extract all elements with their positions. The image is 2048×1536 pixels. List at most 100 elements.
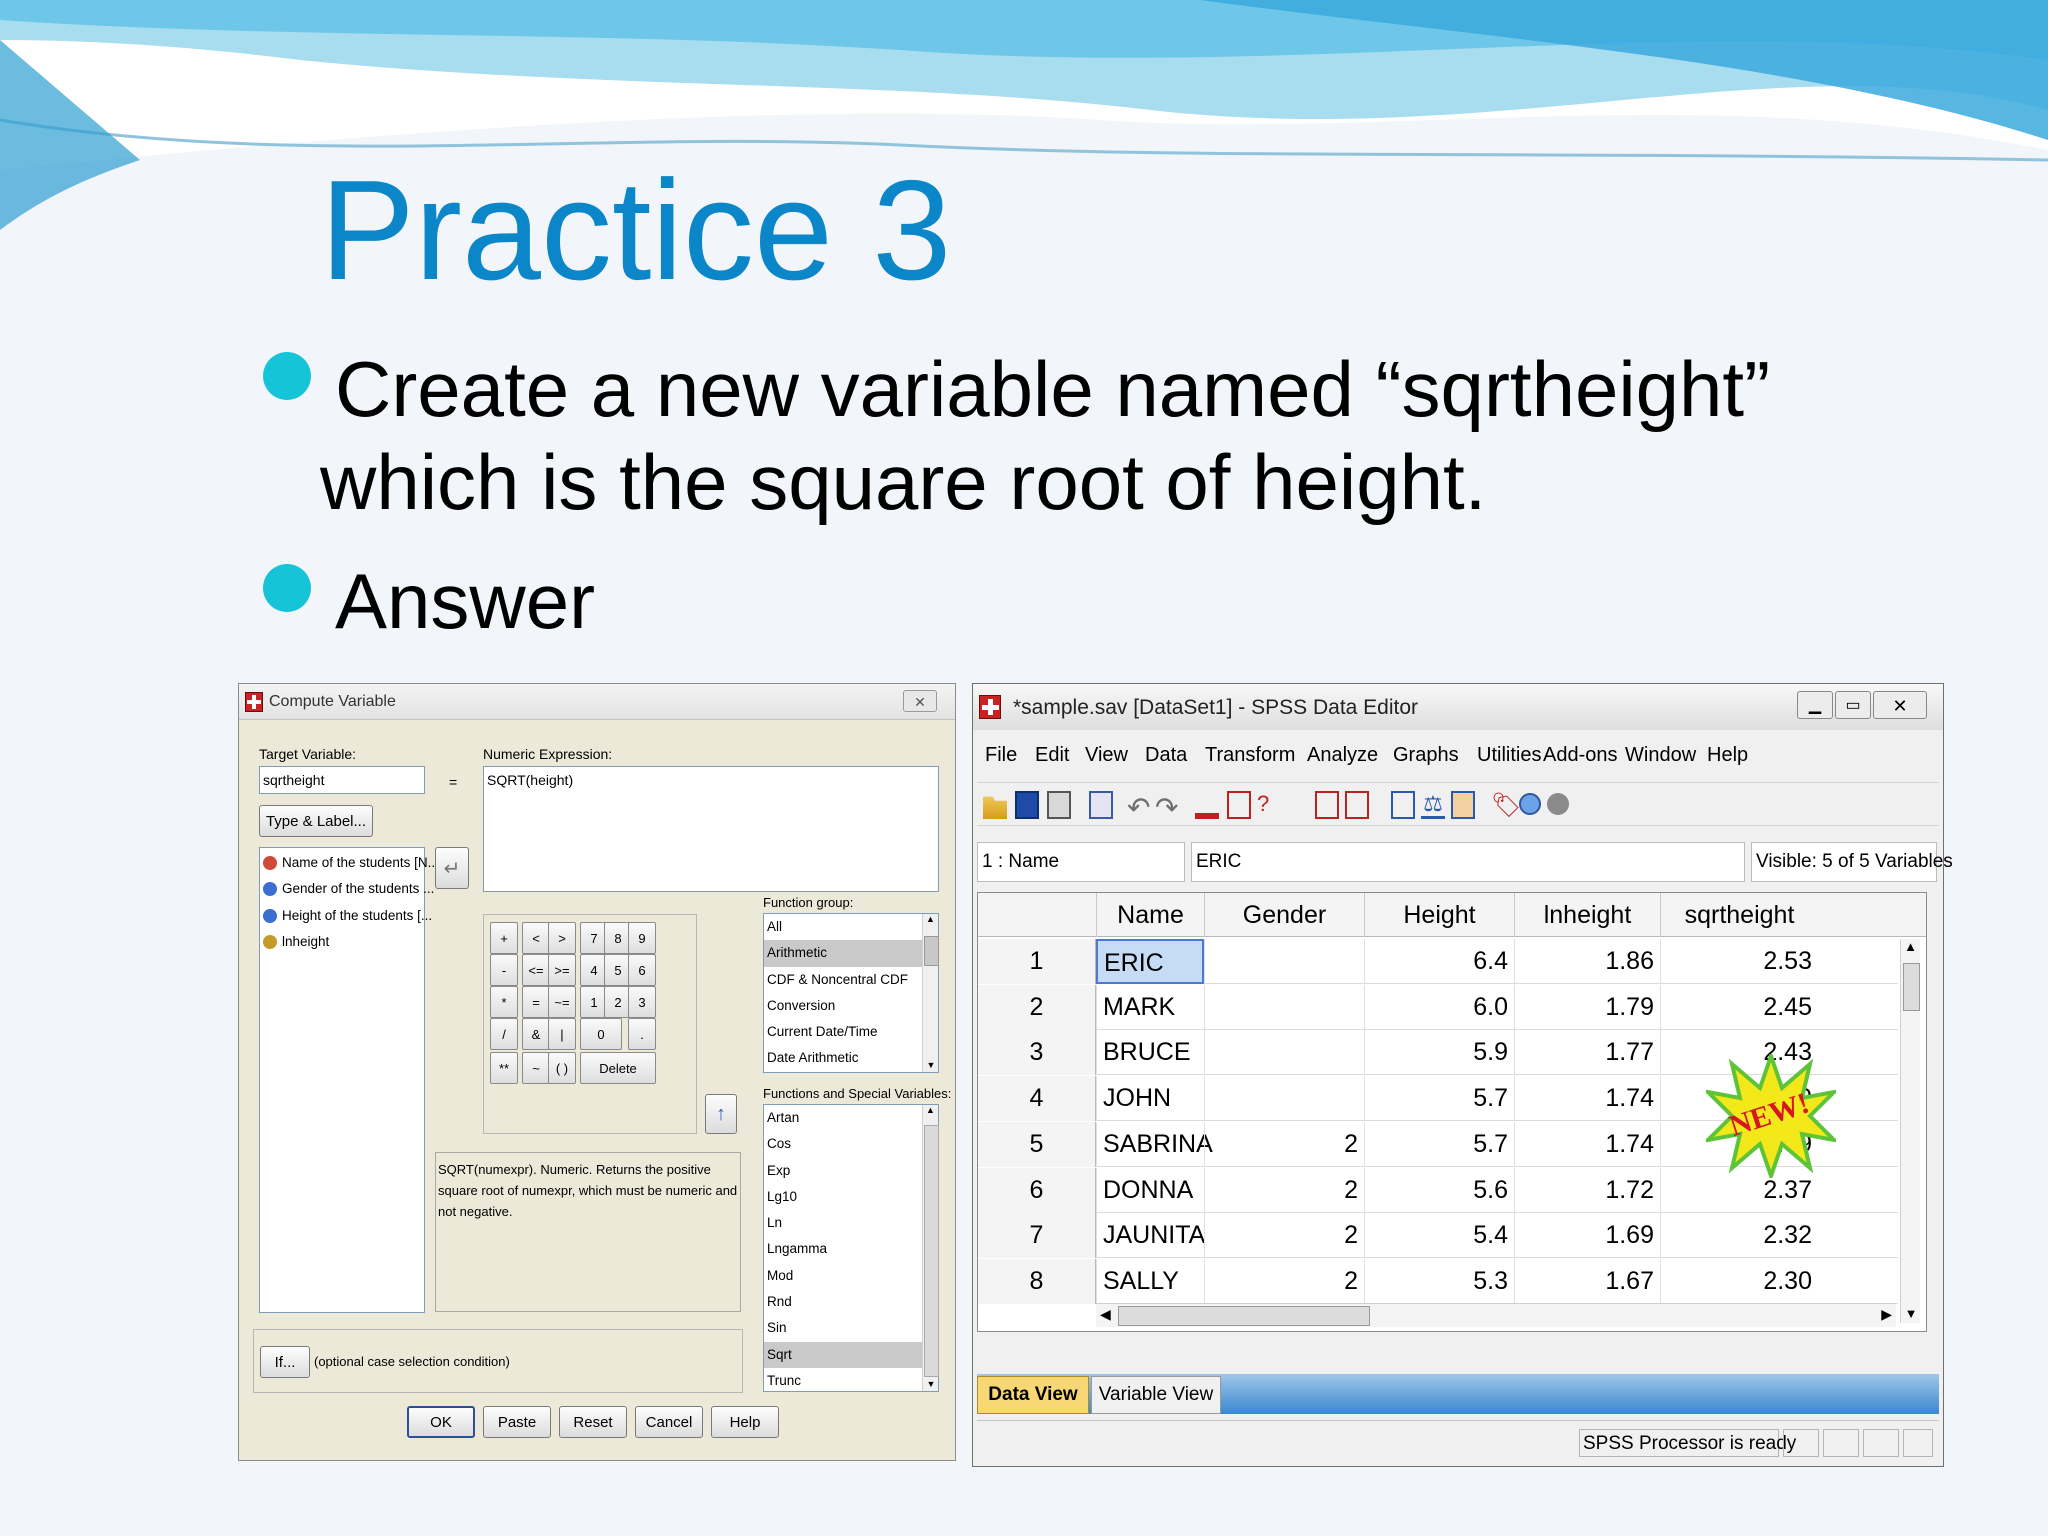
calc-key[interactable]: + — [490, 922, 518, 954]
menu-file[interactable]: File — [985, 744, 1017, 767]
goto-variable-icon[interactable] — [1227, 791, 1251, 819]
calc-key[interactable]: 6 — [628, 954, 656, 986]
calc-key[interactable]: ** — [490, 1052, 518, 1084]
menu-data[interactable]: Data — [1145, 744, 1187, 767]
row-number[interactable]: 8 — [978, 1258, 1096, 1304]
variable-list[interactable]: Name of the students [N... Gender of the … — [259, 847, 439, 1313]
open-folder-icon[interactable] — [983, 796, 1007, 819]
menu-analyze[interactable]: Analyze — [1307, 744, 1378, 767]
function-group-item[interactable]: Conversion — [764, 993, 938, 1019]
redo-icon[interactable]: ↷ — [1155, 791, 1178, 824]
column-header[interactable]: sqrtheight — [1660, 893, 1818, 937]
table-cell-gender[interactable] — [1204, 1076, 1364, 1122]
table-cell-gender[interactable] — [1204, 939, 1364, 984]
goto-case-icon[interactable] — [1195, 791, 1219, 819]
variable-list-item[interactable]: lnheight — [260, 929, 424, 955]
insert-variable-icon[interactable] — [1345, 791, 1369, 819]
calc-key[interactable]: & — [522, 1018, 550, 1050]
menu-view[interactable]: View — [1085, 744, 1128, 767]
functions-scrollbar[interactable]: ▲ ▼ — [922, 1105, 939, 1391]
calc-key[interactable]: Delete — [580, 1052, 656, 1084]
table-cell-gender[interactable]: 2 — [1204, 1167, 1364, 1213]
table-cell-name[interactable]: SABRINA — [1096, 1121, 1213, 1167]
minimize-button[interactable]: ▁ — [1797, 691, 1833, 719]
table-cell-height[interactable]: 5.7 — [1364, 1076, 1514, 1122]
table-cell-ln[interactable]: 1.86 — [1514, 939, 1660, 984]
menu-help[interactable]: Help — [1707, 744, 1748, 767]
function-item[interactable]: Artan — [764, 1105, 938, 1131]
table-cell-ln[interactable]: 1.74 — [1514, 1121, 1660, 1167]
table-cell-height[interactable]: 5.9 — [1364, 1030, 1514, 1076]
table-cell-name[interactable]: SALLY — [1096, 1258, 1204, 1304]
function-item[interactable]: Trunc — [764, 1368, 938, 1394]
table-cell-ln[interactable]: 1.72 — [1514, 1167, 1660, 1213]
row-number[interactable]: 6 — [978, 1167, 1096, 1213]
print-icon[interactable] — [1047, 791, 1071, 819]
row-number[interactable]: 5 — [978, 1121, 1096, 1167]
value-labels-icon[interactable]: 🏷 — [1491, 791, 1521, 819]
column-header[interactable]: Name — [1096, 893, 1204, 937]
table-cell-height[interactable]: 5.3 — [1364, 1258, 1514, 1304]
table-cell-sqrt[interactable]: 2.45 — [1660, 984, 1818, 1030]
cell-value-editor[interactable]: ERIC — [1191, 842, 1745, 882]
table-cell-ln[interactable]: 1.77 — [1514, 1030, 1660, 1076]
type-label-button[interactable]: Type & Label... — [259, 805, 373, 837]
table-cell-ln[interactable]: 1.74 — [1514, 1076, 1660, 1122]
calc-key[interactable]: ( ) — [548, 1052, 576, 1084]
menu-add-ons[interactable]: Add-ons — [1543, 744, 1618, 767]
select-cases-icon[interactable] — [1451, 791, 1475, 819]
table-cell-ln[interactable]: 1.67 — [1514, 1258, 1660, 1304]
row-number[interactable]: 4 — [978, 1076, 1096, 1122]
function-item[interactable]: Lg10 — [764, 1184, 938, 1210]
use-sets-icon[interactable] — [1519, 793, 1541, 815]
variable-list-item[interactable]: Height of the students [... — [260, 903, 432, 929]
function-item[interactable]: Lngamma — [764, 1236, 938, 1262]
table-cell-gender[interactable]: 2 — [1204, 1258, 1364, 1304]
column-header[interactable]: Gender — [1204, 893, 1364, 937]
dialog-recall-icon[interactable] — [1089, 791, 1113, 819]
save-icon[interactable] — [1015, 791, 1039, 819]
functions-list[interactable]: Artan Cos Exp Lg10 Ln Lngamma Mod Rnd Sin Sqrt Tru… — [763, 1104, 939, 1392]
cancel-button[interactable]: Cancel — [635, 1406, 703, 1438]
function-group-item[interactable]: Current Date/Time — [764, 1019, 938, 1045]
table-cell-gender[interactable]: 2 — [1204, 1121, 1364, 1167]
table-cell-sqrt[interactable]: 2.53 — [1660, 939, 1818, 984]
menu-utilities[interactable]: Utilities — [1477, 744, 1541, 767]
table-cell-height[interactable]: 5.4 — [1364, 1213, 1514, 1259]
table-cell-height[interactable]: 5.6 — [1364, 1167, 1514, 1213]
function-group-list[interactable]: All Arithmetic CDF & Noncentral CDF Convers… — [763, 913, 939, 1073]
table-cell-name[interactable]: MARK — [1096, 984, 1204, 1030]
calc-key[interactable]: <= — [522, 954, 550, 986]
calc-key[interactable]: | — [548, 1018, 576, 1050]
split-file-icon[interactable] — [1391, 791, 1415, 819]
calc-key[interactable]: >= — [548, 954, 576, 986]
paste-button[interactable]: Paste — [483, 1406, 551, 1438]
close-button[interactable]: ✕ — [1873, 691, 1927, 719]
variable-list-item[interactable]: Gender of the students ... — [260, 876, 434, 902]
function-item[interactable]: Rnd — [764, 1289, 938, 1315]
table-cell-gender[interactable]: 2 — [1204, 1213, 1364, 1259]
function-group-item[interactable]: CDF & Noncentral CDF — [764, 967, 938, 993]
function-item[interactable]: Mod — [764, 1263, 938, 1289]
calc-key[interactable]: * — [490, 986, 518, 1018]
menu-graphs[interactable]: Graphs — [1393, 744, 1459, 767]
table-cell-ln[interactable]: 1.79 — [1514, 984, 1660, 1030]
table-cell-gender[interactable] — [1204, 1030, 1364, 1076]
function-group-item[interactable]: All — [764, 914, 938, 940]
weight-cases-icon[interactable]: ⚖ — [1421, 791, 1445, 819]
insert-function-button[interactable]: ↑ — [705, 1094, 737, 1134]
calc-key[interactable]: / — [490, 1018, 518, 1050]
table-cell-name[interactable]: ERIC — [1096, 939, 1204, 984]
if-button[interactable]: If... — [260, 1346, 310, 1378]
function-item[interactable]: Cos — [764, 1131, 938, 1157]
menu-window[interactable]: Window — [1625, 744, 1696, 767]
function-item[interactable]: Sqrt — [764, 1341, 938, 1368]
function-group-item[interactable]: Date Arithmetic — [764, 1045, 938, 1071]
calc-key[interactable]: ~= — [548, 986, 576, 1018]
help-button[interactable]: Help — [711, 1406, 779, 1438]
function-item[interactable]: Exp — [764, 1158, 938, 1184]
calc-key[interactable]: 9 — [628, 922, 656, 954]
table-cell-sqrt[interactable]: 2.30 — [1660, 1258, 1818, 1304]
table-cell-name[interactable]: BRUCE — [1096, 1030, 1204, 1076]
table-cell-sqrt[interactable]: 2.32 — [1660, 1213, 1818, 1259]
